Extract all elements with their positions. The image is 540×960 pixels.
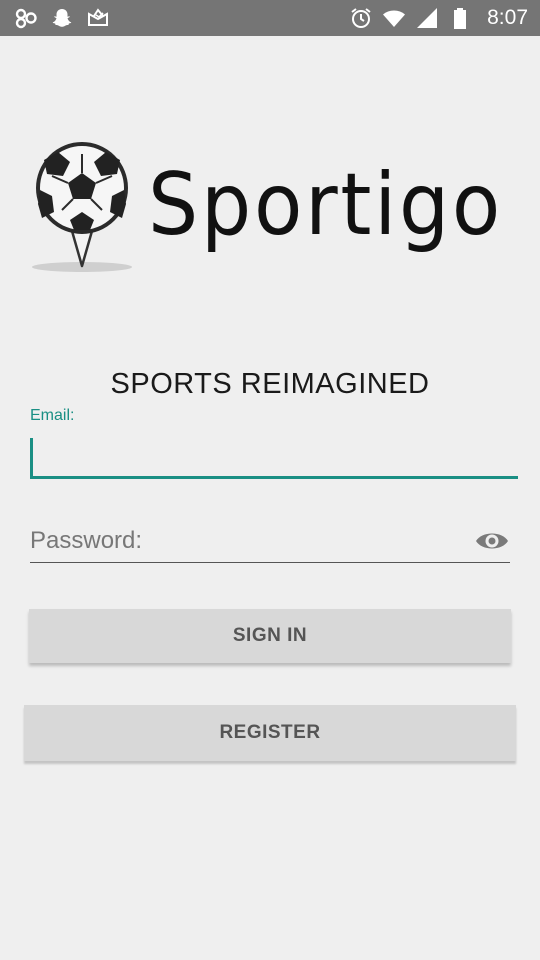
tagline: SPORTS REIMAGINED (110, 368, 430, 400)
register-button[interactable]: REGISTER (24, 705, 516, 761)
alarm-clock-icon (351, 8, 371, 28)
wifi-icon (383, 10, 406, 27)
text-cursor (30, 438, 33, 476)
battery-icon (454, 8, 467, 29)
email-label: Email: (30, 407, 75, 424)
eye-icon[interactable] (474, 527, 510, 555)
status-bar-notifications (14, 6, 110, 30)
inbox-envelope-icon (88, 8, 108, 26)
snapchat-ghost-icon (52, 9, 72, 27)
email-field[interactable] (30, 432, 518, 479)
cell-signal-icon (417, 8, 438, 28)
soccer-ball-pin-icon (32, 142, 132, 272)
status-bar-system: 8:07 (349, 6, 528, 30)
clock-time: 8:07 (487, 6, 528, 29)
password-field[interactable] (30, 520, 510, 563)
status-bar: 8:07 (0, 0, 540, 36)
sign-in-button[interactable]: SIGN IN (29, 609, 511, 663)
app-logo: Sportigo (30, 140, 500, 280)
infinity-app-icon (15, 8, 37, 29)
logo-wordmark: Sportigo (148, 155, 504, 255)
